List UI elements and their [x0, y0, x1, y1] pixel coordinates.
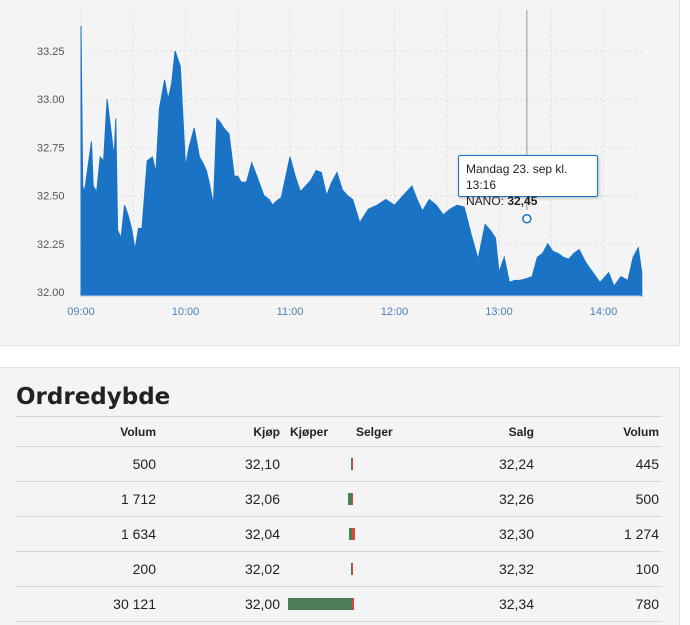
- buyer-bar: [288, 598, 352, 610]
- buy-price-cell: 32,06: [158, 481, 282, 517]
- y-tick-label: 33.00: [37, 94, 65, 106]
- x-tick-label: 11:00: [277, 306, 304, 318]
- order-depth-panel: Ordredybde Volum Kjøp Kjøper Selger Salg…: [0, 367, 680, 625]
- order-depth-table: Volum Kjøp Kjøper Selger Salg Volum 500 3…: [16, 416, 662, 622]
- seller-bar: [352, 493, 353, 505]
- buy-price-cell: 32,02: [158, 551, 282, 587]
- x-tick-label: 12:00: [381, 306, 409, 318]
- buy-price-cell: 32,00: [158, 586, 282, 622]
- order-depth-row: 200 32,02 32,32 100: [16, 551, 662, 587]
- order-depth-row: 1 712 32,06 32,26 500: [16, 481, 662, 517]
- tooltip-series: NANO:: [466, 194, 508, 208]
- sell-price-cell: 32,30: [424, 516, 534, 552]
- sell-price-cell: 32,26: [424, 481, 534, 517]
- order-depth-row: 30 121 32,00 32,34 780: [16, 586, 662, 622]
- y-tick-label: 32.00: [37, 287, 65, 299]
- sell-price-cell: 32,34: [424, 586, 534, 622]
- sell-volume-cell: 100: [534, 551, 662, 587]
- seller-bar-cell: [352, 586, 424, 622]
- sell-price-cell: 32,24: [424, 446, 534, 482]
- y-tick-label: 33.25: [37, 46, 65, 58]
- buy-volume-cell: 1 712: [16, 481, 158, 517]
- buyer-bar-cell: [282, 516, 352, 552]
- sell-price-cell: 32,32: [424, 551, 534, 587]
- buy-volume-cell: 500: [16, 446, 158, 482]
- order-depth-row: 1 634 32,04 32,30 1 274: [16, 516, 662, 552]
- x-tick-label: 13:00: [485, 306, 513, 318]
- y-tick-label: 32.25: [37, 239, 65, 251]
- header-buyer: Kjøper: [282, 416, 352, 447]
- seller-bar: [352, 458, 353, 470]
- y-tick-label: 32.75: [37, 142, 65, 154]
- order-depth-title: Ordredybde: [16, 384, 171, 410]
- y-tick-label: 32.50: [37, 191, 65, 203]
- tooltip-date: Mandag 23. sep kl. 13:16: [466, 162, 568, 192]
- buy-price-cell: 32,04: [158, 516, 282, 552]
- header-seller: Selger: [352, 416, 424, 447]
- seller-bar-cell: [352, 551, 424, 587]
- tooltip-value: 32,45: [507, 194, 538, 208]
- sell-volume-cell: 780: [534, 586, 662, 622]
- order-depth-header-row: Volum Kjøp Kjøper Selger Salg Volum: [16, 416, 662, 447]
- buy-volume-cell: 30 121: [16, 586, 158, 622]
- chart-tooltip: Mandag 23. sep kl. 13:16 NANO: 32,45: [458, 155, 598, 208]
- order-depth-row: 500 32,10 32,24 445: [16, 446, 662, 482]
- header-sell-price: Salg: [424, 416, 534, 447]
- seller-bar-cell: [352, 481, 424, 517]
- x-tick-label: 14:00: [590, 306, 618, 318]
- buyer-bar-cell: [282, 481, 352, 517]
- buy-volume-cell: 200: [16, 551, 158, 587]
- x-tick-label: 10:00: [172, 306, 200, 318]
- sell-volume-cell: 500: [534, 481, 662, 517]
- seller-bar: [352, 528, 355, 540]
- buyer-bar-cell: [282, 446, 352, 482]
- header-buy-price: Kjøp: [158, 416, 282, 447]
- buy-volume-cell: 1 634: [16, 516, 158, 552]
- x-tick-label: 09:00: [67, 306, 95, 318]
- sell-volume-cell: 445: [534, 446, 662, 482]
- hover-marker: [522, 213, 532, 224]
- price-chart-panel: 33.25 33.00 32.75 32.50 32.25 32.00 09:00 10:00…: [0, 0, 680, 346]
- header-sell-volume: Volum: [534, 416, 662, 447]
- header-buy-volume: Volum: [16, 416, 158, 447]
- sell-volume-cell: 1 274: [534, 516, 662, 552]
- buyer-bar-cell: [282, 586, 352, 622]
- buyer-bar-cell: [282, 551, 352, 587]
- buy-price-cell: 32,10: [158, 446, 282, 482]
- seller-bar: [352, 563, 353, 575]
- seller-bar: [352, 598, 354, 610]
- seller-bar-cell: [352, 446, 424, 482]
- seller-bar-cell: [352, 516, 424, 552]
- tooltip-value-line: NANO: 32,45: [466, 193, 590, 209]
